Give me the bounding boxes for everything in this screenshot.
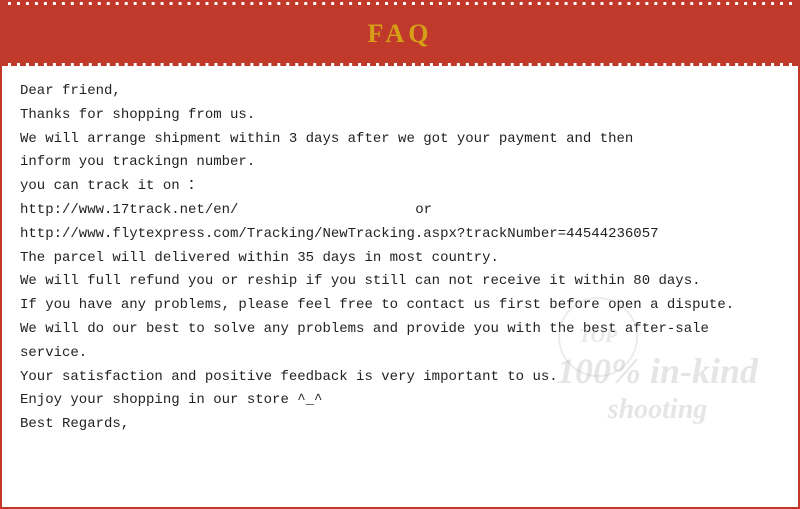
line-service: service. (20, 342, 780, 366)
url-17track: http://www.17track.net/en/ (20, 202, 238, 218)
header: FAQ (2, 5, 798, 63)
faq-title: FAQ (2, 13, 798, 55)
line-do-our-best: We will do our best to solve any problem… (20, 318, 780, 342)
line-parcel-delivered: The parcel will delivered within 35 days… (20, 247, 780, 271)
line-any-problems: If you have any problems, please feel fr… (20, 294, 780, 318)
line-arrange-shipment: We will arrange shipment within 3 days a… (20, 128, 780, 152)
line-best-regards: Best Regards, (20, 413, 780, 437)
line-url-17track: http://www.17track.net/en/ or (20, 199, 780, 223)
top-circle-watermark: TOP (558, 297, 638, 377)
line-full-refund: We will full refund you or reship if you… (20, 270, 780, 294)
line-satisfaction: Your satisfaction and positive feedback … (20, 366, 780, 390)
line-you-can-track: you can track it on ： (20, 175, 780, 199)
line-dear-friend: Dear friend, (20, 80, 780, 104)
faq-content: Dear friend, Thanks for shopping from us… (2, 66, 798, 447)
line-thanks: Thanks for shopping from us. (20, 104, 780, 128)
line-enjoy-shopping: Enjoy your shopping in our store ^_^ (20, 389, 780, 413)
line-inform-tracking: inform you trackingn number. (20, 151, 780, 175)
top-circle-text: TOP (579, 325, 618, 348)
line-url-flytexpress: http://www.flytexpress.com/Tracking/NewT… (20, 223, 780, 247)
page-container: FAQ Dear friend, Thanks for shopping fro… (0, 0, 800, 509)
or-text: or (415, 202, 432, 218)
